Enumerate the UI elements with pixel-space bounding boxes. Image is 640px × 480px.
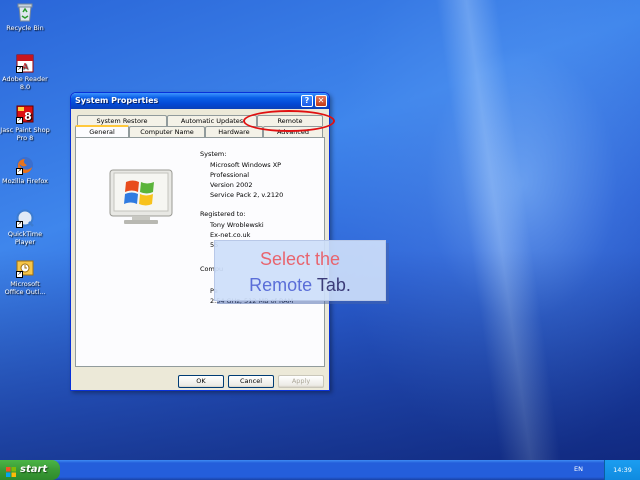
os-version: Version 2002 [210, 181, 253, 189]
adobe-reader-icon: A ↗ [15, 53, 35, 73]
windows-flag-icon [6, 465, 16, 477]
registered-org: Ex-net.co.uk [210, 231, 251, 239]
firefox-icon: ↗ [15, 155, 35, 175]
service-pack: Service Pack 2, v.2120 [210, 191, 284, 199]
callout-text-remote: Remote [249, 275, 313, 295]
close-button[interactable]: ✕ [315, 95, 327, 107]
desktop-icon-quicktime[interactable]: ↗ QuickTime Player [0, 208, 50, 246]
outlook-icon: ↗ [15, 258, 35, 278]
desktop-icon-recycle-bin[interactable]: Recycle Bin [0, 2, 50, 32]
shortcut-arrow-icon: ↗ [16, 117, 23, 124]
tab-computer-name[interactable]: Computer Name [129, 126, 205, 137]
callout-line-2: Remote Tab. [215, 272, 385, 298]
svg-text:A: A [22, 62, 28, 71]
desktop-icon-label: QuickTime Player [7, 230, 43, 246]
taskbar: start EN 14:39 [0, 460, 640, 480]
title-bar[interactable]: System Properties ? ✕ [71, 93, 329, 109]
cancel-button[interactable]: Cancel [228, 375, 274, 388]
desktop-icon-adobe-reader[interactable]: A ↗ Adobe Reader 8.0 [0, 53, 50, 91]
callout-line-1: Select the [215, 246, 385, 272]
callout-text-period: . [345, 275, 351, 295]
shortcut-arrow-icon: ↗ [16, 221, 23, 228]
desktop-icon-paint-shop-pro[interactable]: 8 ↗ Jasc Paint Shop Pro 8 [0, 104, 50, 142]
shortcut-arrow-icon: ↗ [16, 168, 23, 175]
os-edition: Professional [210, 171, 250, 179]
tab-general[interactable]: General [75, 125, 129, 137]
windows-logo-monitor-icon [108, 168, 174, 226]
apply-button[interactable]: Apply [278, 375, 324, 388]
ok-button[interactable]: OK [178, 375, 224, 388]
instruction-callout: Select the Remote Tab. [214, 240, 386, 301]
system-heading: System: [200, 150, 227, 158]
start-button[interactable]: start [0, 460, 60, 480]
language-indicator[interactable]: EN [574, 465, 583, 473]
desktop-icon-outlook[interactable]: ↗ Microsoft Office Outl... [0, 258, 50, 296]
desktop-icon-label: Mozilla Firefox [2, 177, 48, 185]
window-title: System Properties [75, 96, 159, 105]
desktop-icon-label: Jasc Paint Shop Pro 8 [0, 126, 50, 142]
desktop-icon-label: Adobe Reader 8.0 [2, 75, 48, 91]
system-tray-clock[interactable]: 14:39 [604, 460, 640, 480]
desktop-icon-label: Recycle Bin [6, 24, 44, 32]
shortcut-arrow-icon: ↗ [16, 66, 23, 73]
desktop-icon-firefox[interactable]: ↗ Mozilla Firefox [0, 155, 50, 185]
start-label: start [20, 464, 48, 475]
quicktime-icon: ↗ [15, 208, 35, 228]
registered-name: Tony Wroblewski [210, 221, 264, 229]
svg-text:8: 8 [24, 110, 32, 123]
callout-text-select: Select the [259, 249, 341, 269]
os-name: Microsoft Windows XP [210, 161, 282, 169]
recycle-bin-icon [15, 2, 35, 22]
help-button[interactable]: ? [301, 95, 313, 107]
registered-heading: Registered to: [200, 210, 246, 218]
highlight-oval [243, 110, 335, 132]
paint-shop-pro-icon: 8 ↗ [15, 104, 35, 124]
shortcut-arrow-icon: ↗ [16, 271, 23, 278]
desktop-icon-label: Microsoft Office Outl... [4, 280, 46, 296]
callout-text-tab: Tab [312, 275, 346, 295]
